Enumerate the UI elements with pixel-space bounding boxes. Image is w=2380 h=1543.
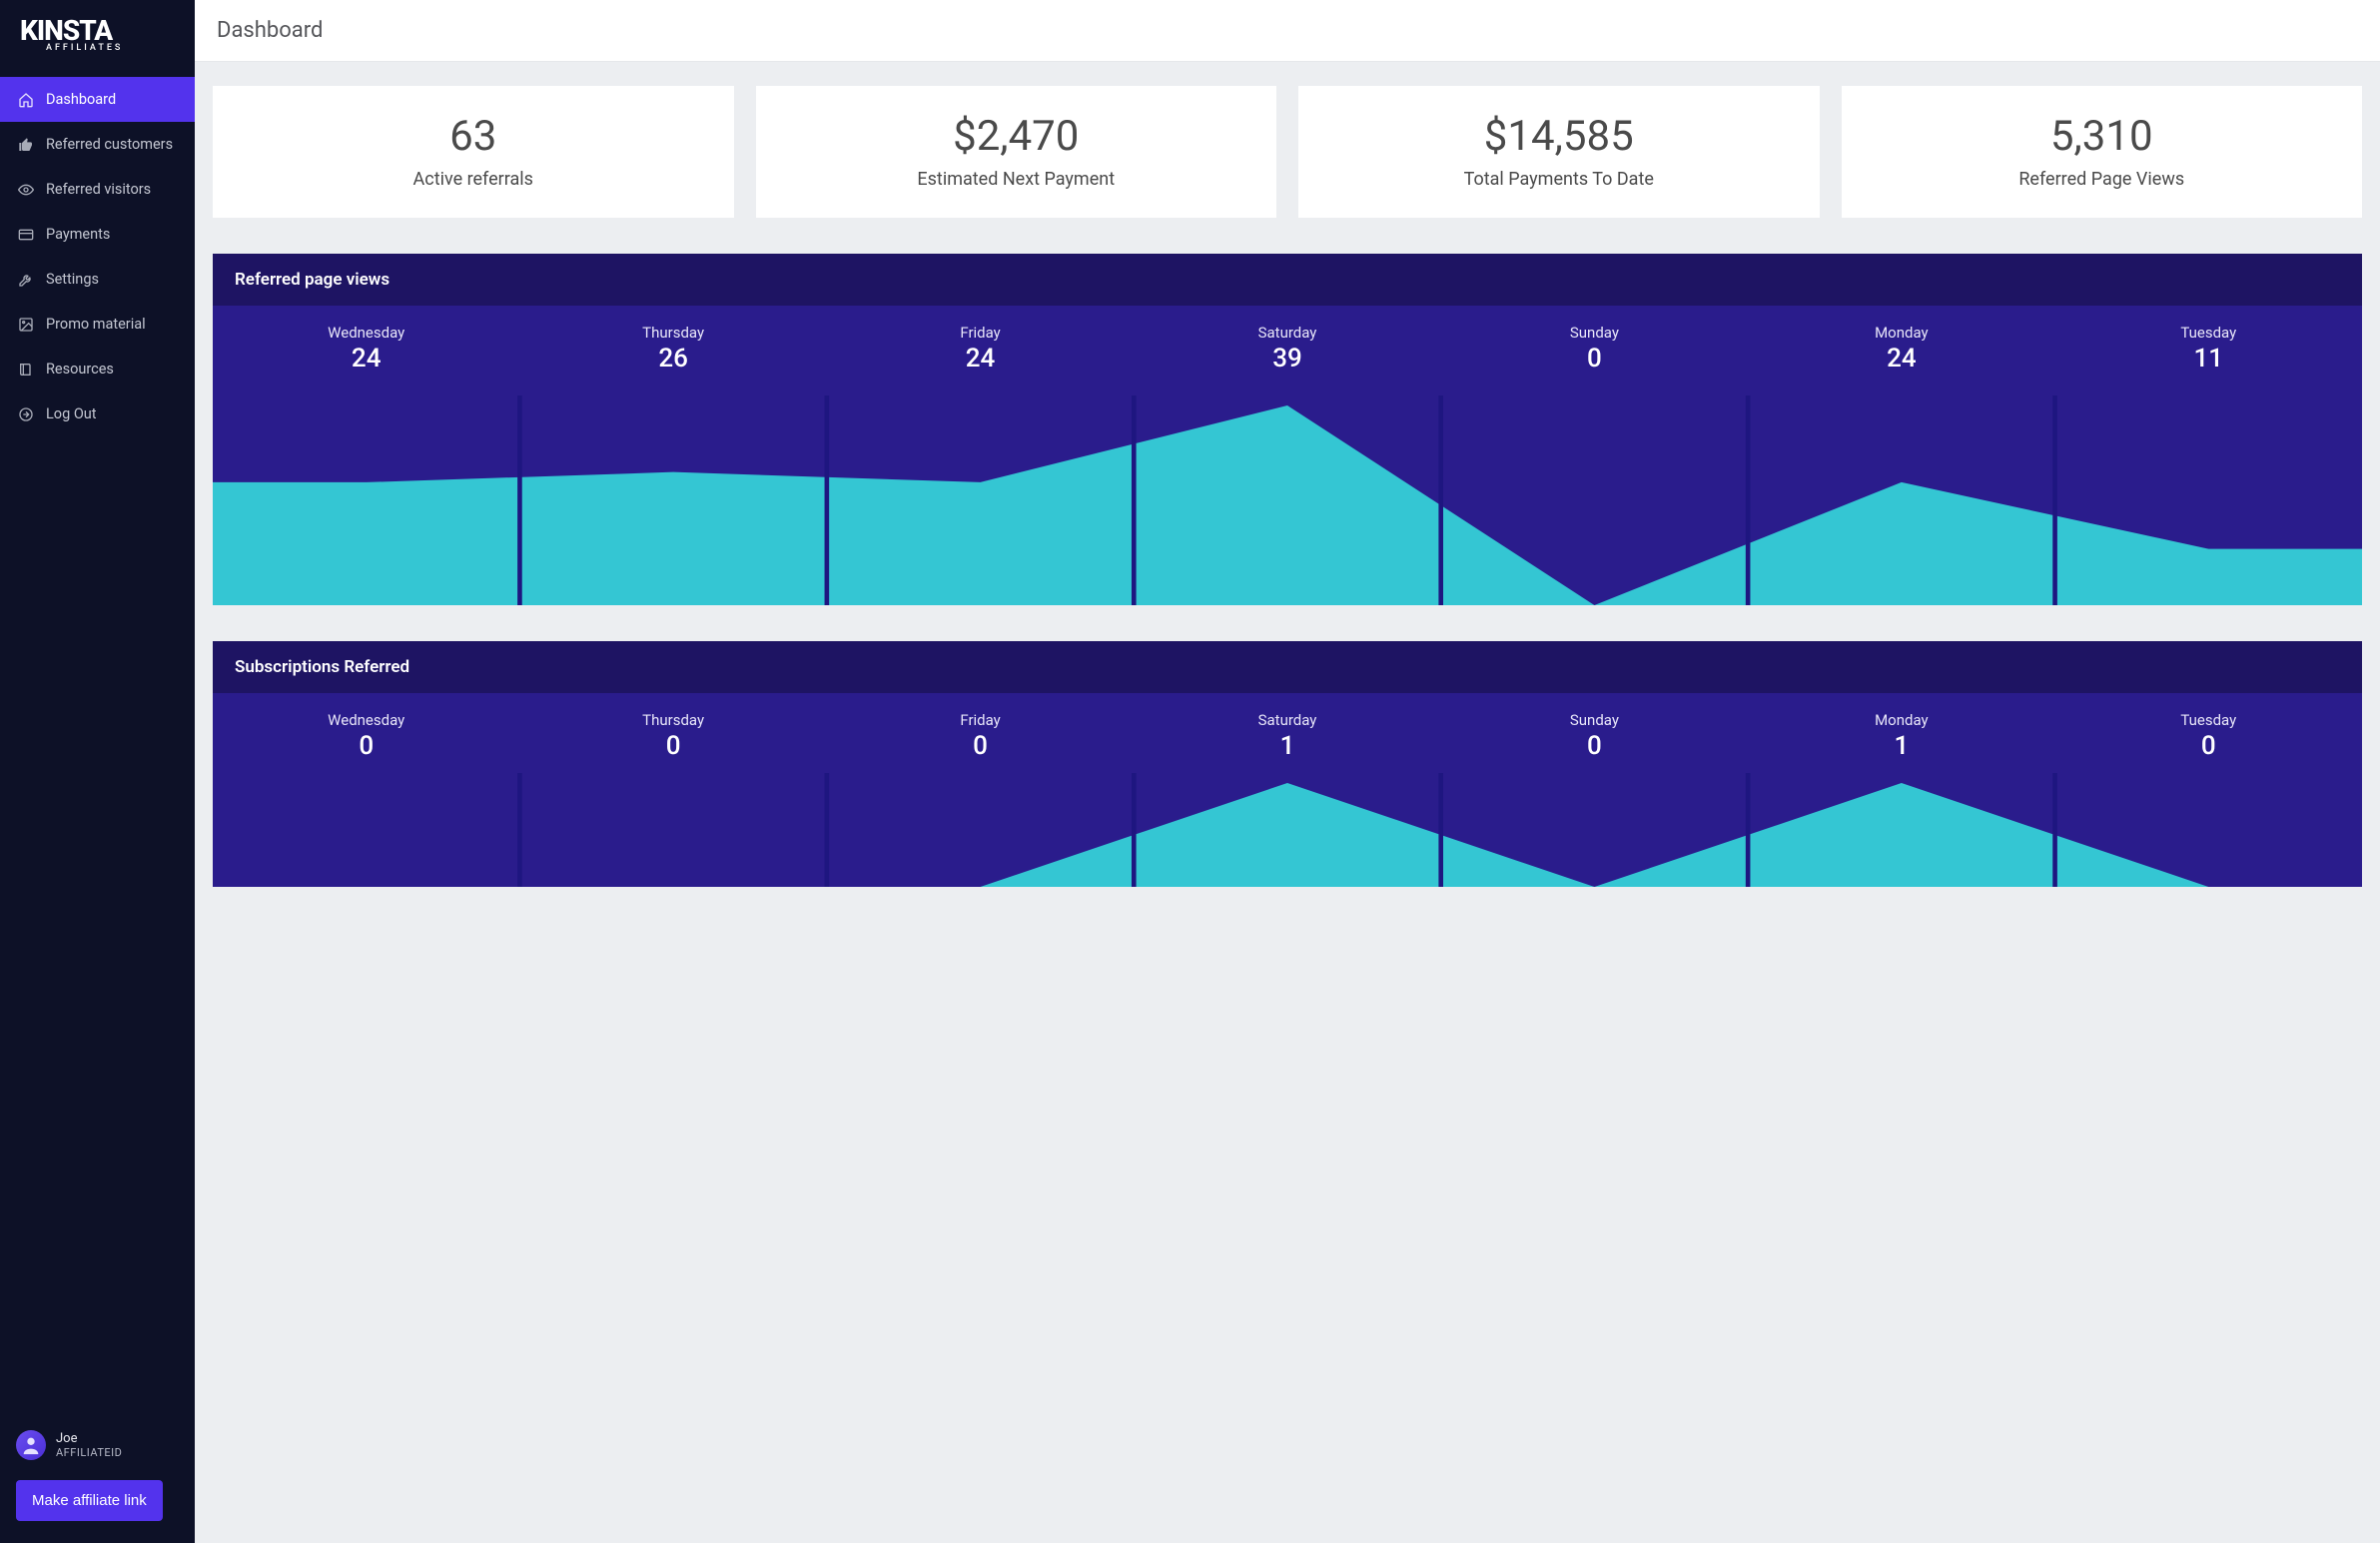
stat-total-payments: $14,585 Total Payments To Date <box>1298 86 1820 218</box>
stat-label: Referred Page Views <box>1862 169 2343 190</box>
stat-page-views: 5,310 Referred Page Views <box>1842 86 2363 218</box>
day-value: 0 <box>519 731 826 761</box>
chart-labels: Wednesday 24 Thursday 26 Friday 24 Saturday… <box>213 324 2362 374</box>
chart-body: Wednesday0 Thursday0 Friday0 Saturday1 S… <box>213 693 2362 887</box>
make-affiliate-link-button[interactable]: Make affiliate link <box>16 1480 163 1521</box>
chart-body: Wednesday 24 Thursday 26 Friday 24 Saturday… <box>213 306 2362 605</box>
user-name: Joe <box>56 1431 122 1447</box>
day-label: Wednesday <box>213 711 519 729</box>
sidebar-footer: Joe AFFILIATEID Make affiliate link <box>0 1414 195 1543</box>
day-label: Saturday <box>1134 324 1440 342</box>
sidebar-item-label: Referred visitors <box>46 181 151 198</box>
sidebar-item-label: Log Out <box>46 405 97 422</box>
day-label: Sunday <box>1441 711 1748 729</box>
logo: KINSTA AFFILIATES <box>0 0 195 71</box>
brand-subtitle: AFFILIATES <box>46 43 175 53</box>
sidebar-item-resources[interactable]: Resources <box>0 347 195 391</box>
day-label: Thursday <box>519 324 826 342</box>
day-label: Saturday <box>1134 711 1440 729</box>
chart-title: Referred page views <box>213 254 2362 306</box>
sidebar-item-label: Payments <box>46 226 110 243</box>
chart-subscriptions-referred: Subscriptions Referred Wednesday0 Thursd… <box>213 641 2362 887</box>
day-value: 0 <box>213 731 519 761</box>
home-icon <box>18 92 34 108</box>
stat-value: 5,310 <box>1862 112 2343 161</box>
day-label: Tuesday <box>2055 711 2362 729</box>
nav: Dashboard Referred customers Referred vi… <box>0 77 195 436</box>
stat-label: Total Payments To Date <box>1318 169 1800 190</box>
day-value: 39 <box>1134 344 1440 374</box>
day-value: 11 <box>2055 344 2362 374</box>
day-label: Thursday <box>519 711 826 729</box>
chart-labels: Wednesday0 Thursday0 Friday0 Saturday1 S… <box>213 711 2362 761</box>
content: 63 Active referrals $2,470 Estimated Nex… <box>195 62 2380 911</box>
day-label: Tuesday <box>2055 324 2362 342</box>
day-value: 26 <box>519 344 826 374</box>
thumbs-up-icon <box>18 137 34 153</box>
sidebar-item-payments[interactable]: Payments <box>0 212 195 257</box>
day-value: 1 <box>1748 731 2054 761</box>
sidebar-item-label: Dashboard <box>46 91 116 108</box>
sidebar: KINSTA AFFILIATES Dashboard Referred cus… <box>0 0 195 1543</box>
day-value: 0 <box>2055 731 2362 761</box>
day-label: Sunday <box>1441 324 1748 342</box>
day-value: 1 <box>1134 731 1440 761</box>
credit-card-icon <box>18 227 34 243</box>
day-label: Monday <box>1748 711 2054 729</box>
chart-title: Subscriptions Referred <box>213 641 2362 693</box>
affiliate-id: AFFILIATEID <box>56 1446 122 1459</box>
stat-next-payment: $2,470 Estimated Next Payment <box>756 86 1277 218</box>
stat-value: $14,585 <box>1318 112 1800 161</box>
user-info[interactable]: Joe AFFILIATEID <box>16 1430 179 1460</box>
sidebar-item-referred-visitors[interactable]: Referred visitors <box>0 167 195 212</box>
day-label: Friday <box>827 711 1134 729</box>
sidebar-item-dashboard[interactable]: Dashboard <box>0 77 195 122</box>
main: Dashboard 63 Active referrals $2,470 Est… <box>195 0 2380 1543</box>
stat-active-referrals: 63 Active referrals <box>213 86 734 218</box>
sidebar-item-promo-material[interactable]: Promo material <box>0 302 195 347</box>
sidebar-item-label: Settings <box>46 271 99 288</box>
sidebar-item-settings[interactable]: Settings <box>0 257 195 302</box>
day-label: Friday <box>827 324 1134 342</box>
day-label: Wednesday <box>213 324 519 342</box>
day-label: Monday <box>1748 324 2054 342</box>
stat-value: $2,470 <box>776 112 1257 161</box>
sidebar-item-label: Resources <box>46 361 114 378</box>
avatar <box>16 1430 46 1460</box>
stats-row: 63 Active referrals $2,470 Estimated Nex… <box>213 86 2362 218</box>
day-value: 24 <box>827 344 1134 374</box>
wrench-icon <box>18 272 34 288</box>
topbar: Dashboard <box>195 0 2380 62</box>
sidebar-item-referred-customers[interactable]: Referred customers <box>0 122 195 167</box>
stat-label: Estimated Next Payment <box>776 169 1257 190</box>
day-value: 24 <box>213 344 519 374</box>
day-value: 24 <box>1748 344 2054 374</box>
page-title: Dashboard <box>217 18 2358 43</box>
day-value: 0 <box>1441 731 1748 761</box>
chart-referred-page-views: Referred page views Wednesday 24 Thursday… <box>213 254 2362 605</box>
stat-value: 63 <box>233 112 714 161</box>
stat-label: Active referrals <box>233 169 714 190</box>
book-icon <box>18 362 34 378</box>
image-icon <box>18 317 34 333</box>
sidebar-item-label: Referred customers <box>46 136 173 153</box>
eye-icon <box>18 182 34 198</box>
brand-name: KINSTA <box>20 18 175 43</box>
sidebar-item-logout[interactable]: Log Out <box>0 391 195 436</box>
sidebar-item-label: Promo material <box>46 316 146 333</box>
logout-icon <box>18 406 34 422</box>
user-meta: Joe AFFILIATEID <box>56 1431 122 1460</box>
day-value: 0 <box>827 731 1134 761</box>
day-value: 0 <box>1441 344 1748 374</box>
